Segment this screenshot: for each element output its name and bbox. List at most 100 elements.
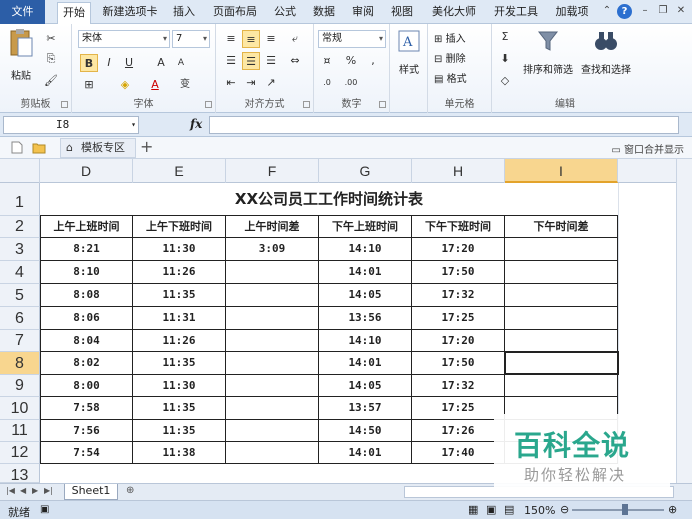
underline-button[interactable]: U — [120, 54, 138, 72]
zoom-slider[interactable] — [572, 509, 664, 511]
new-document-icon[interactable] — [10, 141, 24, 154]
clear-icon[interactable]: ◇ — [496, 72, 514, 90]
ribbon-minimize-icon[interactable]: ⌃ — [600, 4, 614, 18]
autosum-icon[interactable]: Σ — [496, 28, 514, 46]
insert-sheet-icon[interactable]: ⊕ — [126, 485, 134, 496]
table-cell[interactable] — [226, 330, 319, 352]
row-header-1[interactable]: 1 — [0, 183, 40, 216]
align-left-icon[interactable]: ☰ — [222, 52, 240, 70]
template-tab[interactable]: ⌂ 模板专区 — [60, 138, 136, 158]
table-cell[interactable]: 8:06 — [40, 307, 133, 330]
font-name-select[interactable]: 宋体 ▾ — [78, 30, 170, 48]
number-format-select[interactable]: 常规 ▾ — [318, 30, 386, 48]
window-minimize-icon[interactable]: – — [638, 4, 652, 18]
column-header-F[interactable]: F — [226, 159, 319, 183]
table-cell[interactable] — [505, 284, 618, 307]
tab-addins[interactable]: 加载项 — [550, 2, 594, 24]
table-cell[interactable]: 11:35 — [133, 397, 226, 420]
table-cell[interactable] — [226, 420, 319, 442]
copy-icon[interactable]: ⎘ — [42, 50, 60, 68]
table-cell[interactable] — [505, 261, 618, 284]
table-cell[interactable] — [226, 352, 319, 375]
table-cell[interactable]: 14:01 — [319, 261, 412, 284]
table-cell[interactable] — [226, 442, 319, 464]
row-header-9[interactable]: 9 — [0, 375, 40, 397]
bold-button[interactable]: B — [80, 54, 98, 72]
table-cell[interactable]: 3:09 — [226, 238, 319, 261]
table-cell[interactable] — [226, 397, 319, 420]
table-cell[interactable]: 11:26 — [133, 261, 226, 284]
table-cell[interactable]: 11:26 — [133, 330, 226, 352]
increase-indent-icon[interactable]: ⇥ — [242, 74, 260, 92]
last-sheet-icon[interactable]: ▶| — [44, 486, 53, 495]
table-cell[interactable]: 11:38 — [133, 442, 226, 464]
tab-new[interactable]: 新建选项卡 — [98, 2, 162, 24]
table-cell[interactable]: 14:01 — [319, 442, 412, 464]
column-header-H[interactable]: H — [412, 159, 505, 183]
formula-input[interactable] — [209, 116, 679, 134]
align-center-icon[interactable]: ☰ — [242, 52, 260, 70]
table-cell[interactable]: 11:30 — [133, 238, 226, 261]
table-cell[interactable]: 11:35 — [133, 284, 226, 307]
table-cell[interactable]: 14:10 — [319, 330, 412, 352]
border-icon[interactable]: ⊞ — [80, 76, 98, 94]
tab-review[interactable]: 审阅 — [347, 2, 379, 24]
window-restore-icon[interactable]: ❐ — [656, 4, 670, 18]
fill-color-icon[interactable]: ◈ — [116, 76, 134, 94]
column-header-G[interactable]: G — [319, 159, 412, 183]
vertical-scrollbar[interactable] — [676, 159, 692, 483]
table-cell[interactable]: 17:20 — [412, 238, 505, 261]
table-cell[interactable]: 7:54 — [40, 442, 133, 464]
currency-icon[interactable]: ¤ — [318, 52, 336, 70]
tab-formulas[interactable]: 公式 — [269, 2, 301, 24]
help-icon[interactable]: ? — [617, 4, 632, 19]
table-cell[interactable]: 14:05 — [319, 375, 412, 397]
orientation-icon[interactable]: ↗ — [262, 74, 280, 92]
delete-button[interactable]: ⊟ 删除 — [434, 50, 466, 65]
table-cell[interactable]: 17:50 — [412, 352, 505, 375]
column-title-cell[interactable]: 下午上班时间 — [319, 216, 412, 238]
table-cell[interactable]: 13:57 — [319, 397, 412, 420]
insert-function-icon[interactable]: fx — [190, 117, 202, 131]
row-header-2[interactable]: 2 — [0, 216, 40, 238]
table-cell[interactable]: 17:20 — [412, 330, 505, 352]
name-box[interactable]: I8 ▾ — [3, 116, 139, 134]
table-cell[interactable]: 17:50 — [412, 261, 505, 284]
table-cell[interactable]: 8:00 — [40, 375, 133, 397]
tab-beautify[interactable]: 美化大师 — [426, 2, 482, 24]
column-title-cell[interactable]: 下午下班时间 — [412, 216, 505, 238]
zoom-slider-thumb[interactable] — [622, 504, 628, 515]
page-break-view-icon[interactable]: ▤ — [504, 503, 514, 516]
tab-insert[interactable]: 插入 — [168, 2, 200, 24]
select-all-corner[interactable] — [0, 159, 40, 183]
shrink-font-icon[interactable]: A — [172, 54, 190, 72]
selected-cell-outline[interactable] — [504, 351, 619, 375]
font-color-icon[interactable]: A — [146, 76, 164, 94]
column-title-cell[interactable]: 上午下班时间 — [133, 216, 226, 238]
merge-windows-button[interactable]: ▭ 窗口合并显示 — [611, 141, 684, 156]
merge-center-icon[interactable]: ⇔ — [286, 52, 304, 70]
wrap-text-icon[interactable]: ⤶ — [286, 30, 304, 48]
fill-icon[interactable]: ⬇ — [496, 50, 514, 68]
column-header-I[interactable]: I — [505, 159, 618, 183]
sort-filter-button[interactable]: 排序和筛选 — [520, 28, 576, 76]
increase-decimal-icon[interactable]: .0 — [318, 74, 336, 92]
styles-button[interactable]: A 样式 — [394, 30, 424, 76]
row-header-4[interactable]: 4 — [0, 261, 40, 284]
table-cell[interactable]: 8:08 — [40, 284, 133, 307]
table-cell[interactable]: 11:35 — [133, 352, 226, 375]
zoom-level[interactable]: 150% — [524, 504, 555, 517]
align-top-icon[interactable]: ≡ — [222, 30, 240, 48]
table-cell[interactable]: 11:35 — [133, 420, 226, 442]
insert-button[interactable]: ⊞ 插入 — [434, 30, 466, 45]
comma-icon[interactable]: , — [364, 52, 382, 70]
column-header-D[interactable]: D — [40, 159, 133, 183]
table-cell[interactable]: 8:10 — [40, 261, 133, 284]
align-right-icon[interactable]: ☰ — [262, 52, 280, 70]
first-sheet-icon[interactable]: |◀ — [6, 486, 15, 495]
clipboard-launcher[interactable] — [61, 101, 68, 108]
normal-view-icon[interactable]: ▦ — [468, 503, 478, 516]
tab-data[interactable]: 数据 — [308, 2, 340, 24]
table-cell[interactable]: 14:05 — [319, 284, 412, 307]
number-launcher[interactable] — [379, 101, 386, 108]
